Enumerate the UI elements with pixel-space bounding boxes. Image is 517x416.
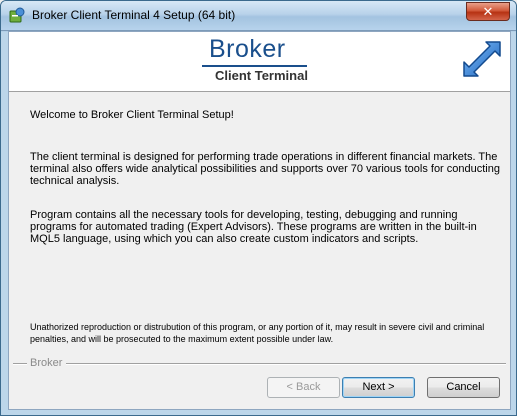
brand-logo-text: Broker (209, 35, 286, 63)
divider-line (66, 363, 506, 365)
setup-window: Broker Client Terminal 4 Setup (64 bit) … (0, 0, 517, 416)
cancel-button[interactable]: Cancel (427, 377, 500, 398)
close-icon: ✕ (482, 4, 494, 19)
divider-brand-label: Broker (30, 357, 63, 369)
welcome-heading: Welcome to Broker Client Terminal Setup! (30, 109, 234, 121)
dialog-body: Broker Client Terminal Welcome to Broker… (8, 31, 511, 410)
close-button[interactable]: ✕ (466, 2, 510, 21)
double-arrow-icon (463, 41, 501, 77)
header-banner: Broker Client Terminal (9, 32, 510, 92)
legal-notice: Unathorized reproduction or distrubution… (30, 322, 485, 344)
description-paragraph-1: The client terminal is designed for perf… (30, 151, 500, 187)
next-button[interactable]: Next > (342, 377, 415, 398)
setup-app-icon (9, 7, 25, 23)
title-bar[interactable]: Broker Client Terminal 4 Setup (64 bit) … (1, 1, 516, 31)
footer-divider: Broker (9, 357, 510, 369)
divider-line-left (13, 363, 27, 365)
brand-underline (202, 65, 307, 67)
back-button[interactable]: < Back (267, 377, 340, 398)
window-title: Broker Client Terminal 4 Setup (64 bit) (32, 8, 236, 22)
description-paragraph-2: Program contains all the necessary tools… (30, 209, 477, 245)
brand-subtitle: Client Terminal (215, 68, 308, 83)
